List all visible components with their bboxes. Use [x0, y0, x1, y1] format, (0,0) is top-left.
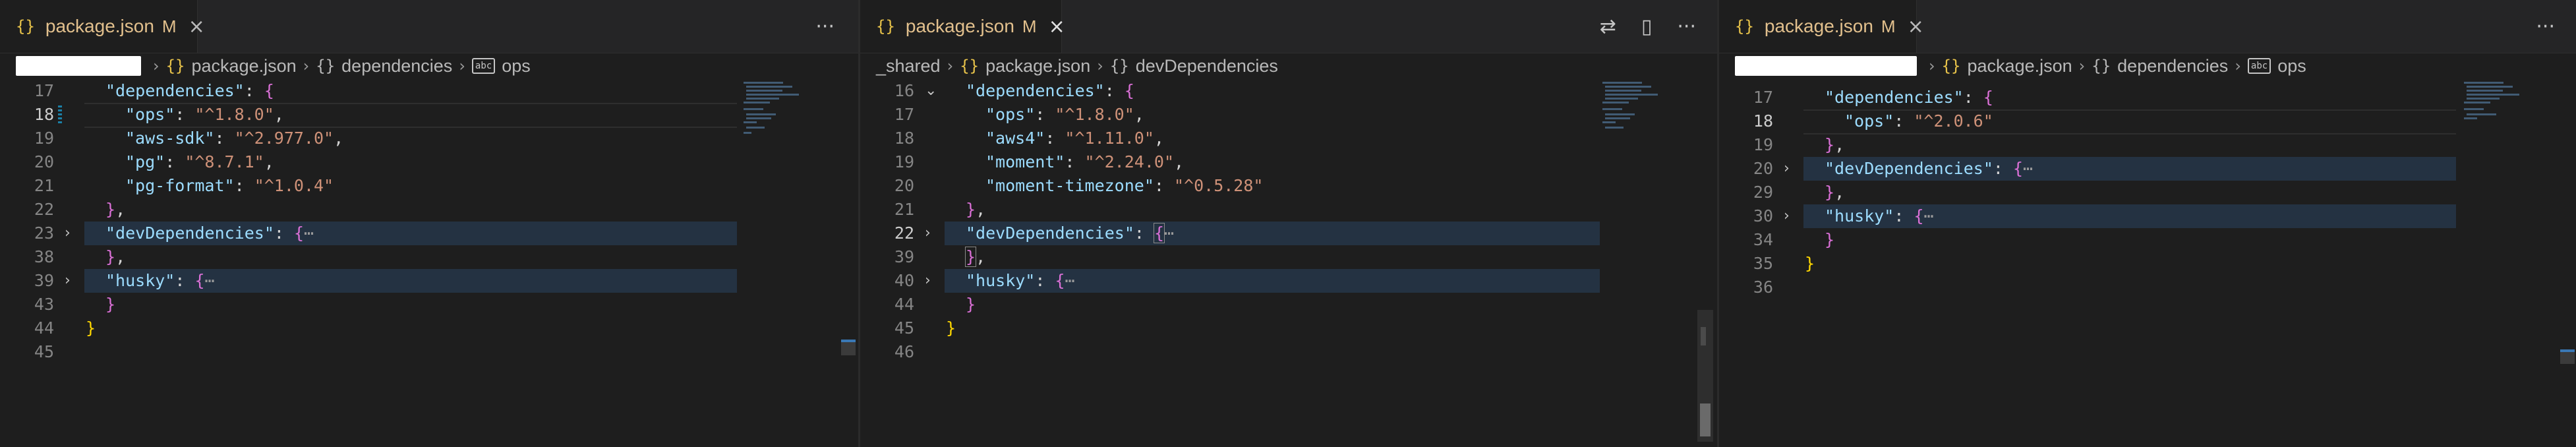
- chevron-right-icon[interactable]: ›: [1784, 157, 1800, 181]
- tab-label: package.json: [45, 16, 154, 36]
- chevron-right-icon[interactable]: ›: [925, 269, 941, 293]
- chevron-right-icon: ›: [2078, 57, 2086, 75]
- json-file-icon: {}: [960, 57, 980, 75]
- breadcrumb: _shared › {} package.json › {} devDepend…: [860, 53, 1717, 79]
- breadcrumb-item-ops[interactable]: ops: [502, 56, 531, 76]
- breadcrumb-item-file[interactable]: package.json: [1968, 56, 2072, 76]
- object-icon: {}: [316, 57, 336, 75]
- json-file-icon: {}: [876, 17, 895, 36]
- tab-label: package.json: [1764, 16, 1873, 36]
- chevron-right-icon[interactable]: ›: [65, 269, 80, 293]
- tab-bar: {} package.json M × ···: [1719, 0, 2576, 53]
- object-icon: {}: [1109, 57, 1129, 75]
- json-file-icon: {}: [165, 57, 185, 75]
- code-editor[interactable]: 17 "dependencies": { 18 "ops": "^1.8.0", 1…: [0, 79, 858, 447]
- scrollbar-thumb[interactable]: [841, 342, 856, 355]
- minimap[interactable]: [744, 79, 809, 171]
- json-file-icon: {}: [16, 17, 35, 36]
- string-property-icon: abc: [471, 58, 496, 74]
- modified-line-gutter-marker: [58, 105, 62, 124]
- breadcrumb-item-file[interactable]: package.json: [192, 56, 297, 76]
- editor-pane-middle: {} package.json M × ⇄ ▯ ··· _shared › {}…: [860, 0, 1717, 447]
- breadcrumb-item-dependencies[interactable]: dependencies: [341, 56, 452, 76]
- redacted-path: [16, 56, 141, 76]
- close-icon[interactable]: ×: [1049, 15, 1065, 38]
- breadcrumb: › {} package.json › {} dependencies › ab…: [1719, 53, 2576, 79]
- breadcrumb-item-file[interactable]: package.json: [985, 56, 1090, 76]
- breadcrumb: › {} package.json › {} dependencies › ab…: [0, 53, 858, 79]
- more-actions-icon[interactable]: ···: [1677, 15, 1696, 38]
- editor-pane-left: {} package.json M × ··· › {} package.jso…: [0, 0, 858, 447]
- chevron-right-icon[interactable]: ›: [925, 222, 941, 245]
- more-actions-icon[interactable]: ···: [2536, 15, 2555, 38]
- redacted-path: [1735, 56, 1917, 76]
- chevron-right-icon: ›: [947, 57, 954, 75]
- chevron-right-icon: ›: [153, 57, 160, 75]
- more-actions-icon[interactable]: ···: [815, 15, 834, 38]
- code-editor[interactable]: 16 ⌄ "dependencies": { 17 "ops": "^1.8.0", …: [860, 79, 1717, 447]
- breadcrumb-item-folder[interactable]: _shared: [876, 56, 941, 76]
- tab-package-json[interactable]: {} package.json M ×: [1719, 0, 1924, 53]
- split-editor-icon[interactable]: ▯: [1641, 15, 1653, 38]
- scrollbar-thumb[interactable]: [2560, 352, 2575, 364]
- modified-indicator: M: [1881, 16, 1896, 36]
- chevron-right-icon: ›: [459, 57, 465, 75]
- object-icon: {}: [2092, 57, 2111, 75]
- modified-indicator: M: [1022, 16, 1037, 36]
- modified-indicator: M: [161, 16, 177, 36]
- breadcrumb-item-dependencies[interactable]: dependencies: [2117, 56, 2228, 76]
- tab-package-json[interactable]: {} package.json M ×: [860, 0, 1065, 53]
- json-file-icon: {}: [1941, 57, 1961, 75]
- minimap[interactable]: [1602, 79, 1668, 171]
- scrollbar-marker: [1701, 327, 1706, 345]
- chevron-right-icon: ›: [303, 57, 310, 75]
- string-property-icon: abc: [2247, 58, 2271, 74]
- chevron-right-icon: ›: [1929, 57, 1935, 75]
- tab-package-json[interactable]: {} package.json M ×: [0, 0, 205, 53]
- chevron-right-icon[interactable]: ›: [1784, 204, 1800, 228]
- close-icon[interactable]: ×: [189, 15, 205, 38]
- tab-label: package.json: [905, 16, 1014, 36]
- breadcrumb-item-devdependencies[interactable]: devDependencies: [1136, 56, 1278, 76]
- scrollbar-cursor-marker: [1700, 403, 1711, 436]
- close-icon[interactable]: ×: [1908, 15, 1924, 38]
- tab-bar: {} package.json M × ···: [0, 0, 858, 53]
- chevron-right-icon: ›: [2235, 57, 2241, 75]
- tab-bar: {} package.json M × ⇄ ▯ ···: [860, 0, 1717, 53]
- editor-pane-right: {} package.json M × ··· › {} package.jso…: [1719, 0, 2576, 447]
- chevron-right-icon: ›: [1097, 57, 1103, 75]
- open-changes-icon[interactable]: ⇄: [1600, 15, 1616, 38]
- minimap[interactable]: [2464, 79, 2530, 171]
- chevron-down-icon[interactable]: ⌄: [925, 79, 941, 103]
- json-file-icon: {}: [1735, 17, 1754, 36]
- chevron-right-icon[interactable]: ›: [65, 222, 80, 245]
- code-editor[interactable]: 17 "dependencies": { 18 "ops": "^2.0.6" 19…: [1719, 79, 2576, 447]
- breadcrumb-item-ops[interactable]: ops: [2277, 56, 2306, 76]
